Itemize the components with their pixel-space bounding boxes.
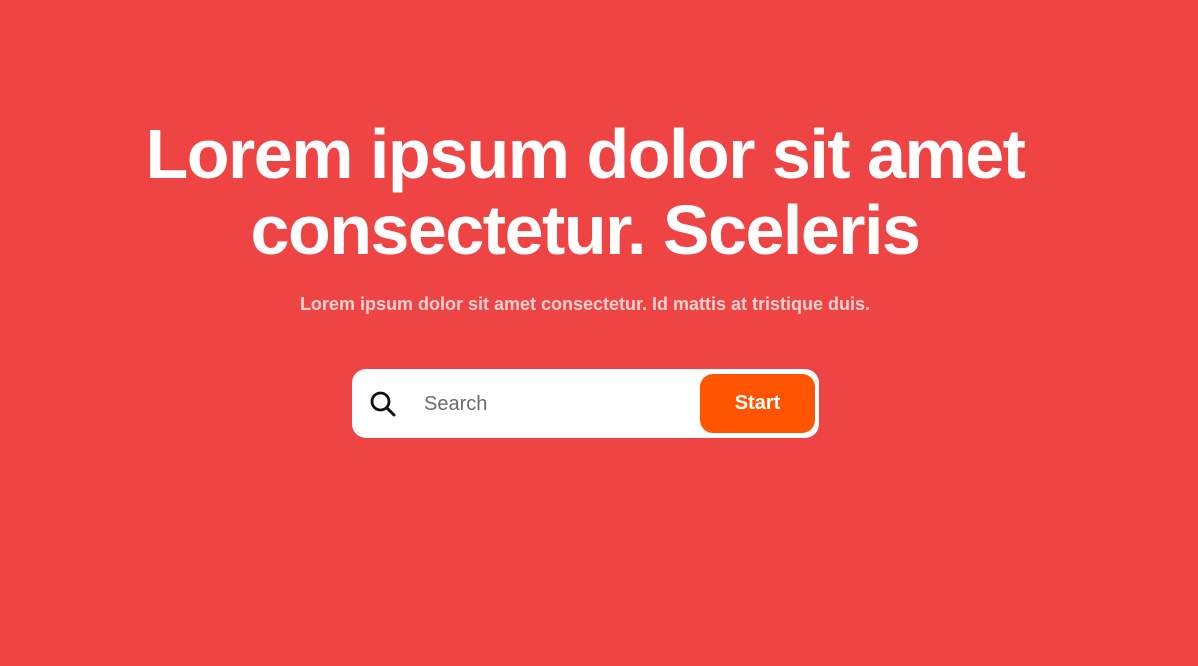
hero-headline: Lorem ipsum dolor sit amet consectetur. … bbox=[0, 116, 1170, 268]
start-button[interactable]: Start bbox=[700, 374, 815, 433]
hero-headline-line-2: consectetur. Sceleris bbox=[250, 191, 921, 269]
hero-headline-line-1: Lorem ipsum dolor sit amet bbox=[145, 115, 1026, 193]
hero-subtitle: Lorem ipsum dolor sit amet consectetur. … bbox=[299, 294, 871, 314]
hero-section: Lorem ipsum dolor sit amet consectetur. … bbox=[0, 0, 1198, 666]
search-icon bbox=[368, 389, 398, 419]
search-bar: Start bbox=[352, 369, 819, 438]
search-input[interactable] bbox=[422, 385, 696, 423]
